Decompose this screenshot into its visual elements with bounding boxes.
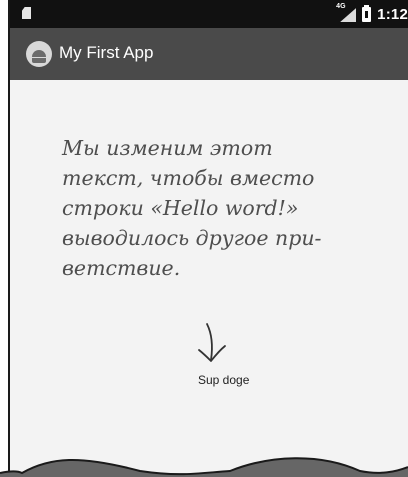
- arrow-down-icon: [198, 323, 226, 362]
- android-body-icon: [32, 58, 46, 63]
- status-time: 1:12: [377, 5, 408, 23]
- status-bar: 4G 1:12: [10, 0, 408, 28]
- app-title: My First App: [59, 43, 154, 62]
- android-head-icon: [32, 50, 46, 57]
- handwritten-annotation: Мы изменим этот текст, чтобы вместо стро…: [62, 136, 322, 280]
- app-bar: My First App: [10, 28, 408, 80]
- signal-strength-icon: [340, 8, 357, 22]
- screenshot-frame: 4G 1:12 My First App Sup doge Мы изменим…: [0, 0, 408, 477]
- sd-card-icon: [22, 7, 31, 19]
- hello-text-view: Sup doge: [198, 373, 250, 387]
- battery-icon: [362, 4, 372, 22]
- status-indicators: 4G 1:12: [336, 3, 408, 23]
- android-app-icon: [26, 41, 52, 67]
- network-type-label: 4G: [336, 3, 346, 10]
- signal-icon: 4G: [336, 3, 357, 22]
- torn-paper-edge: [0, 457, 408, 477]
